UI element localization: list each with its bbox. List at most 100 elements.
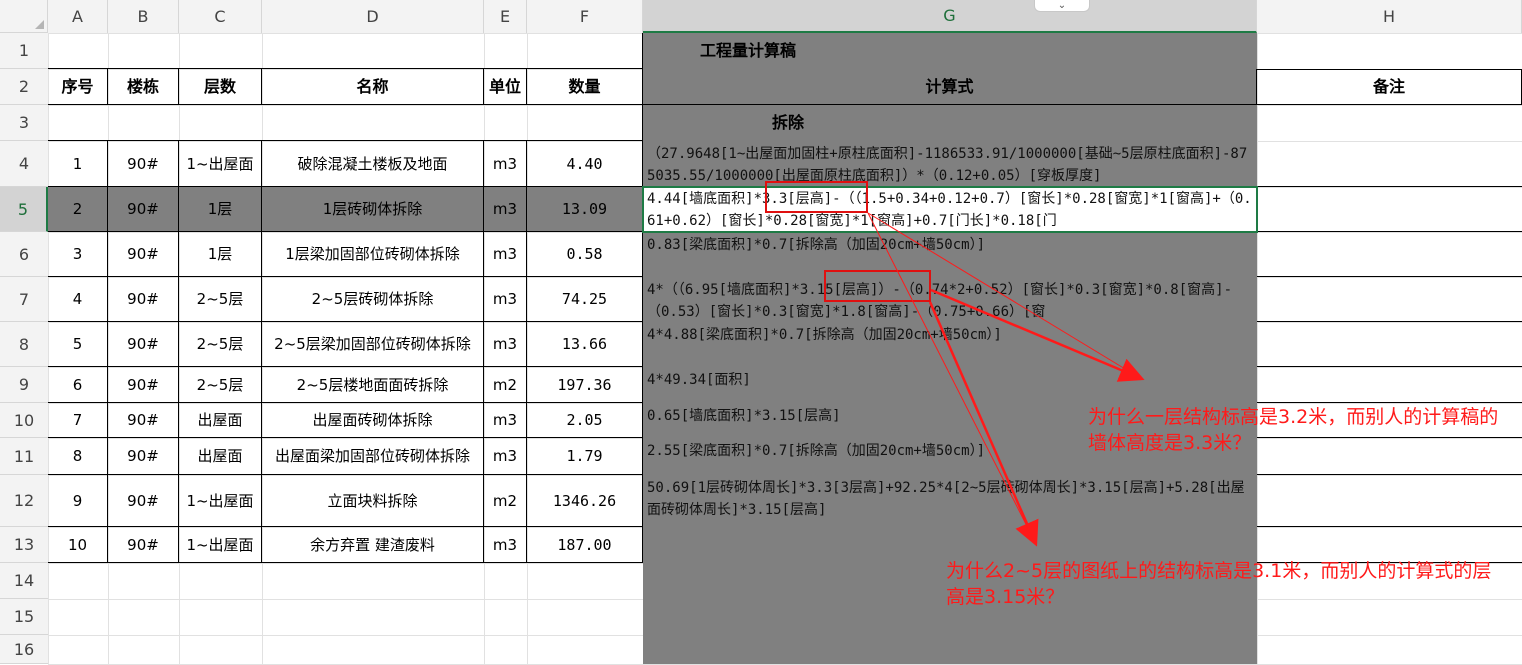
cell-seq[interactable]: 5 (48, 322, 108, 367)
column-header-g[interactable]: G (643, 0, 1257, 33)
column-header-d[interactable]: D (262, 0, 484, 33)
cell-name[interactable]: 2~5层梁加固部位砖砌体拆除 (262, 322, 484, 367)
row-header-4[interactable]: 4 (0, 141, 48, 187)
row-header-10[interactable]: 10 (0, 403, 48, 438)
cell-unit[interactable]: m3 (484, 403, 527, 438)
cell-floor[interactable]: 1~出屋面 (179, 475, 262, 527)
cell-building[interactable]: 90# (108, 322, 179, 367)
cell-remark[interactable] (1257, 277, 1522, 322)
row-header-3[interactable]: 3 (0, 105, 48, 141)
row-header-8[interactable]: 8 (0, 322, 48, 367)
row-header-2[interactable]: 2 (0, 69, 48, 105)
active-cell-outline[interactable] (642, 186, 1258, 233)
row-header-1[interactable]: 1 (0, 33, 48, 69)
cell-qty[interactable]: 13.66 (527, 322, 643, 367)
cell-name[interactable]: 立面块料拆除 (262, 475, 484, 527)
cell-unit[interactable]: m3 (484, 527, 527, 563)
header-building[interactable]: 楼栋 (108, 69, 179, 105)
cell-qty[interactable]: 2.05 (527, 403, 643, 438)
cell-seq[interactable]: 2 (48, 187, 108, 232)
cell-unit[interactable]: m3 (484, 187, 527, 232)
column-header-a[interactable]: A (48, 0, 108, 33)
header-floor[interactable]: 层数 (179, 69, 262, 105)
cell-remark[interactable] (1257, 141, 1522, 187)
header-name[interactable]: 名称 (262, 69, 484, 105)
cell-floor[interactable]: 出屋面 (179, 403, 262, 438)
cell-floor[interactable]: 出屋面 (179, 438, 262, 475)
cell-seq[interactable]: 3 (48, 232, 108, 277)
cell-name[interactable]: 出屋面砖砌体拆除 (262, 403, 484, 438)
cell-floor[interactable]: 2~5层 (179, 322, 262, 367)
cell-name[interactable]: 2~5层砖砌体拆除 (262, 277, 484, 322)
cell-seq[interactable]: 6 (48, 367, 108, 403)
cell-floor[interactable]: 1~出屋面 (179, 527, 262, 563)
cell-qty[interactable]: 1346.26 (527, 475, 643, 527)
cell-remark[interactable] (1257, 232, 1522, 277)
header-qty[interactable]: 数量 (527, 69, 643, 105)
cell-seq[interactable]: 7 (48, 403, 108, 438)
select-all-corner[interactable] (0, 0, 48, 33)
cell-qty[interactable]: 1.79 (527, 438, 643, 475)
cell-seq[interactable]: 8 (48, 438, 108, 475)
column-header-h[interactable]: H (1257, 0, 1522, 33)
cell-floor[interactable]: 2~5层 (179, 277, 262, 322)
cell-building[interactable]: 90# (108, 475, 179, 527)
cell-qty[interactable]: 187.00 (527, 527, 643, 563)
cell-qty[interactable]: 4.40 (527, 141, 643, 187)
header-remark[interactable]: 备注 (1257, 69, 1522, 105)
cell-unit[interactable]: m2 (484, 367, 527, 403)
header-seq[interactable]: 序号 (48, 69, 108, 105)
cell-name[interactable]: 出屋面梁加固部位砖砌体拆除 (262, 438, 484, 475)
cell-unit[interactable]: m3 (484, 141, 527, 187)
cell-unit[interactable]: m3 (484, 322, 527, 367)
cell-building[interactable]: 90# (108, 141, 179, 187)
cell-remark[interactable] (1257, 367, 1522, 403)
cell-building[interactable]: 90# (108, 367, 179, 403)
cell-name[interactable]: 破除混凝土楼板及地面 (262, 141, 484, 187)
row-header-14[interactable]: 14 (0, 563, 48, 599)
cell-formula[interactable]: 50.69[1层砖砌体周长]*3.3[3层高]+92.25*4[2~5层砖砌体周… (647, 477, 1251, 527)
row-header-9[interactable]: 9 (0, 367, 48, 403)
row-header-11[interactable]: 11 (0, 438, 48, 475)
cell-building[interactable]: 90# (108, 527, 179, 563)
cell-unit[interactable]: m2 (484, 475, 527, 527)
cell-floor[interactable]: 1层 (179, 232, 262, 277)
cell-formula[interactable]: 4*4.88[梁底面积]*0.7[拆除高（加固20cm+墙50cm）] (647, 324, 1251, 367)
column-header-f[interactable]: F (527, 0, 643, 33)
cell-remark[interactable] (1257, 475, 1522, 527)
cell-formula[interactable]: 4*49.34[面积] (647, 369, 1251, 403)
cell-unit[interactable]: m3 (484, 232, 527, 277)
cell-seq[interactable]: 10 (48, 527, 108, 563)
cell-name[interactable]: 1层梁加固部位砖砌体拆除 (262, 232, 484, 277)
column-header-b[interactable]: B (108, 0, 179, 33)
row-header-13[interactable]: 13 (0, 527, 48, 563)
row-header-16[interactable]: 16 (0, 635, 48, 664)
cell-seq[interactable]: 9 (48, 475, 108, 527)
cell-building[interactable]: 90# (108, 232, 179, 277)
cell-remark[interactable] (1257, 187, 1522, 232)
cell-qty[interactable]: 13.09 (527, 187, 643, 232)
column-header-c[interactable]: C (179, 0, 262, 33)
cell-name[interactable]: 2~5层楼地面面砖拆除 (262, 367, 484, 403)
cell-building[interactable]: 90# (108, 438, 179, 475)
cell-name[interactable]: 1层砖砌体拆除 (262, 187, 484, 232)
row-header-15[interactable]: 15 (0, 599, 48, 635)
cell-qty[interactable]: 0.58 (527, 232, 643, 277)
row-header-5[interactable]: 5 (0, 187, 48, 232)
cell-formula[interactable]: 4*（（6.95[墙底面积]*3.15[层高]）-（0.74*2+0.52）[窗… (647, 279, 1251, 322)
header-unit[interactable]: 单位 (484, 69, 527, 105)
cell-seq[interactable]: 4 (48, 277, 108, 322)
section-blank-cell[interactable] (48, 105, 643, 141)
cell-building[interactable]: 90# (108, 403, 179, 438)
header-formula[interactable]: 计算式 (643, 69, 1257, 105)
cell-floor[interactable]: 2~5层 (179, 367, 262, 403)
cell-qty[interactable]: 74.25 (527, 277, 643, 322)
row-header-12[interactable]: 12 (0, 475, 48, 527)
cell-name[interactable]: 余方弃置 建渣废料 (262, 527, 484, 563)
row-header-7[interactable]: 7 (0, 277, 48, 322)
cell-floor[interactable]: 1层 (179, 187, 262, 232)
cell-building[interactable]: 90# (108, 187, 179, 232)
cell-qty[interactable]: 197.36 (527, 367, 643, 403)
title-left-cell[interactable] (48, 33, 643, 69)
cell-formula[interactable]: （27.9648[1~出屋面加固柱+原柱底面积]-1186533.91/1000… (647, 143, 1251, 187)
